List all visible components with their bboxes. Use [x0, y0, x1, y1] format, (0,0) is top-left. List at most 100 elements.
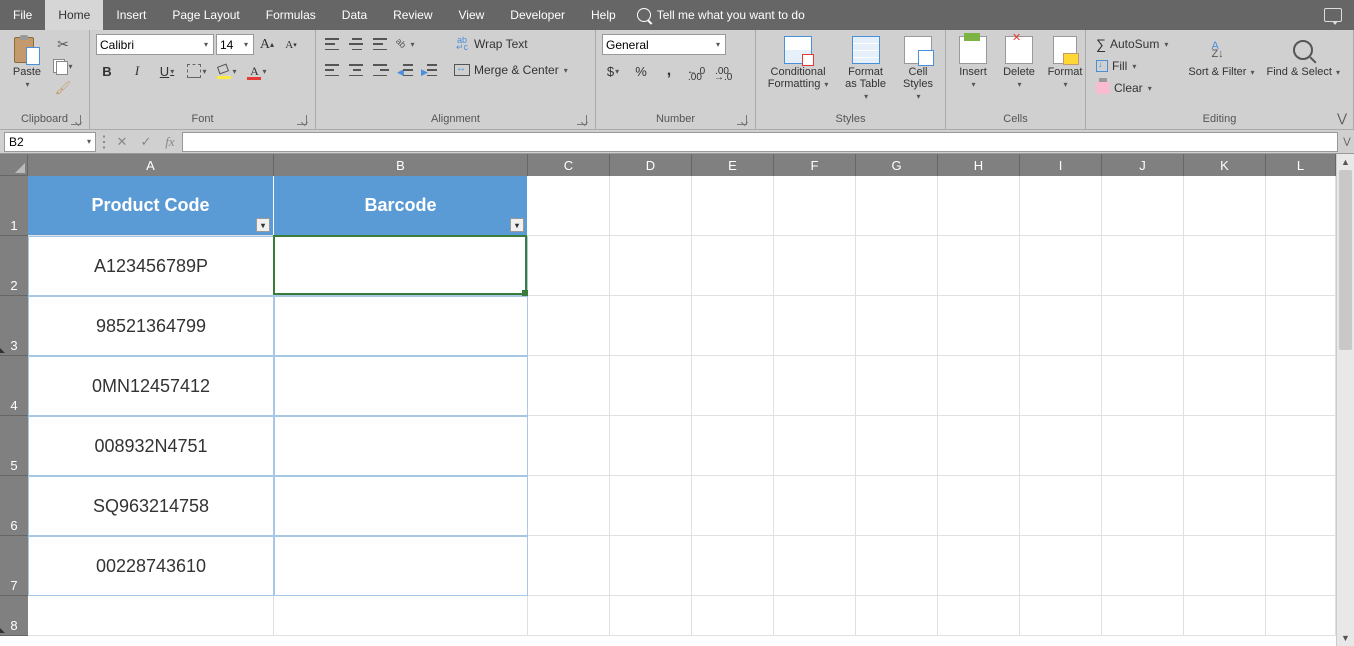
- cell-J4[interactable]: [1102, 356, 1184, 416]
- row-header-8[interactable]: 8: [0, 596, 28, 636]
- accounting-format-button[interactable]: ▾: [602, 61, 624, 81]
- insert-function-button[interactable]: fx: [158, 134, 182, 150]
- row-header-2[interactable]: 2: [0, 236, 28, 296]
- cell-L8[interactable]: [1266, 596, 1336, 636]
- underline-button[interactable]: U▾: [156, 61, 178, 81]
- cell-G8[interactable]: [856, 596, 938, 636]
- column-header-H[interactable]: H: [938, 154, 1020, 176]
- cell-J1[interactable]: [1102, 176, 1184, 236]
- cell-H4[interactable]: [938, 356, 1020, 416]
- conditional-formatting-button[interactable]: Conditional Formatting ▾: [762, 34, 834, 92]
- cell-H7[interactable]: [938, 536, 1020, 596]
- format-as-table-button[interactable]: Format as Table ▾: [838, 34, 893, 104]
- cells-area[interactable]: Product Code▾Barcode▾A123456789P98521364…: [28, 176, 1336, 646]
- menu-help[interactable]: Help: [578, 0, 629, 30]
- cell-A2[interactable]: A123456789P: [28, 236, 274, 296]
- menu-developer[interactable]: Developer: [497, 0, 578, 30]
- vertical-scrollbar[interactable]: ▲ ▼: [1336, 154, 1354, 646]
- cell-H1[interactable]: [938, 176, 1020, 236]
- filter-button-A[interactable]: ▾: [256, 218, 270, 232]
- bold-button[interactable]: B: [96, 61, 118, 81]
- cell-C2[interactable]: [528, 236, 610, 296]
- increase-decimal-button[interactable]: [686, 61, 706, 81]
- name-box[interactable]: B2▾: [4, 132, 96, 152]
- cell-E3[interactable]: [692, 296, 774, 356]
- cell-G1[interactable]: [856, 176, 938, 236]
- cell-B4[interactable]: [274, 356, 528, 416]
- scroll-up-button[interactable]: ▲: [1337, 154, 1354, 170]
- sort-filter-button[interactable]: Sort & Filter ▾: [1184, 34, 1258, 80]
- row-header-4[interactable]: 4: [0, 356, 28, 416]
- align-right-button[interactable]: [370, 60, 392, 80]
- cut-button[interactable]: ✂: [52, 34, 74, 54]
- cell-G7[interactable]: [856, 536, 938, 596]
- cell-D5[interactable]: [610, 416, 692, 476]
- expand-formula-bar-button[interactable]: ⋁: [1340, 136, 1354, 147]
- autosum-button[interactable]: AutoSum▾: [1092, 34, 1172, 54]
- cell-H5[interactable]: [938, 416, 1020, 476]
- cell-A7[interactable]: 00228743610: [28, 536, 274, 596]
- cell-F6[interactable]: [774, 476, 856, 536]
- cell-D4[interactable]: [610, 356, 692, 416]
- align-left-button[interactable]: [322, 60, 344, 80]
- cell-H8[interactable]: [938, 596, 1020, 636]
- decrease-indent-button[interactable]: ◀: [394, 60, 416, 80]
- wrap-text-button[interactable]: ab↵cWrap Text: [450, 34, 572, 54]
- cell-G3[interactable]: [856, 296, 938, 356]
- increase-font-button[interactable]: A▴: [256, 35, 278, 55]
- cell-B8[interactable]: [274, 596, 528, 636]
- cell-C8[interactable]: [528, 596, 610, 636]
- cell-K5[interactable]: [1184, 416, 1266, 476]
- align-bottom-button[interactable]: [370, 34, 392, 54]
- cell-F1[interactable]: [774, 176, 856, 236]
- border-button[interactable]: ▾: [186, 61, 208, 81]
- align-middle-button[interactable]: [346, 34, 368, 54]
- cell-A5[interactable]: 008932N4751: [28, 416, 274, 476]
- cell-C7[interactable]: [528, 536, 610, 596]
- comments-button[interactable]: [1324, 8, 1354, 22]
- cell-D2[interactable]: [610, 236, 692, 296]
- tell-me-search[interactable]: Tell me what you want to do: [637, 8, 805, 22]
- cell-J2[interactable]: [1102, 236, 1184, 296]
- cell-A4[interactable]: 0MN12457412: [28, 356, 274, 416]
- clear-button[interactable]: Clear▾: [1092, 78, 1172, 98]
- cell-L7[interactable]: [1266, 536, 1336, 596]
- cell-B2[interactable]: [274, 236, 528, 296]
- cell-F4[interactable]: [774, 356, 856, 416]
- column-header-G[interactable]: G: [856, 154, 938, 176]
- cell-B1[interactable]: Barcode▾: [274, 176, 528, 236]
- fill-color-button[interactable]: ▾: [216, 61, 238, 81]
- cell-D7[interactable]: [610, 536, 692, 596]
- scroll-thumb[interactable]: [1339, 170, 1352, 350]
- cell-G5[interactable]: [856, 416, 938, 476]
- cell-K1[interactable]: [1184, 176, 1266, 236]
- row-header-5[interactable]: 5: [0, 416, 28, 476]
- column-header-I[interactable]: I: [1020, 154, 1102, 176]
- cell-J7[interactable]: [1102, 536, 1184, 596]
- cell-B7[interactable]: [274, 536, 528, 596]
- align-center-button[interactable]: [346, 60, 368, 80]
- cell-C4[interactable]: [528, 356, 610, 416]
- cell-E7[interactable]: [692, 536, 774, 596]
- cell-L4[interactable]: [1266, 356, 1336, 416]
- cell-K3[interactable]: [1184, 296, 1266, 356]
- menu-file[interactable]: File: [0, 0, 45, 30]
- cell-G4[interactable]: [856, 356, 938, 416]
- cell-G2[interactable]: [856, 236, 938, 296]
- cell-D6[interactable]: [610, 476, 692, 536]
- fill-button[interactable]: Fill▾: [1092, 56, 1172, 76]
- cell-E6[interactable]: [692, 476, 774, 536]
- percent-button[interactable]: [630, 61, 652, 81]
- menu-formulas[interactable]: Formulas: [253, 0, 329, 30]
- cell-I8[interactable]: [1020, 596, 1102, 636]
- cell-D1[interactable]: [610, 176, 692, 236]
- cell-A3[interactable]: 98521364799: [28, 296, 274, 356]
- filter-button-B[interactable]: ▾: [510, 218, 524, 232]
- font-size-combo[interactable]: 14▾: [216, 34, 254, 55]
- cell-L1[interactable]: [1266, 176, 1336, 236]
- cell-G6[interactable]: [856, 476, 938, 536]
- column-header-K[interactable]: K: [1184, 154, 1266, 176]
- cell-C1[interactable]: [528, 176, 610, 236]
- menu-home[interactable]: Home: [45, 0, 103, 30]
- cell-F8[interactable]: [774, 596, 856, 636]
